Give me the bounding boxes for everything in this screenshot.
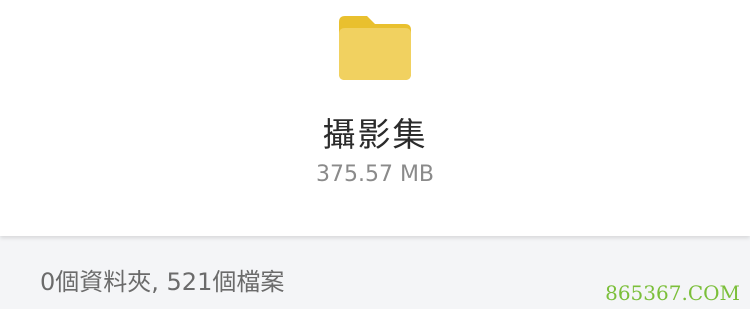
folder-name: 攝影集	[322, 115, 428, 154]
watermark: 865367.COM	[605, 281, 740, 305]
folder-contents-summary: 0個資料夾, 521個檔案	[40, 268, 285, 296]
folder-icon	[339, 16, 411, 80]
folder-size: 375.57 MB	[315, 162, 435, 187]
folder-header-card: 攝影集 375.57 MB	[0, 0, 750, 236]
